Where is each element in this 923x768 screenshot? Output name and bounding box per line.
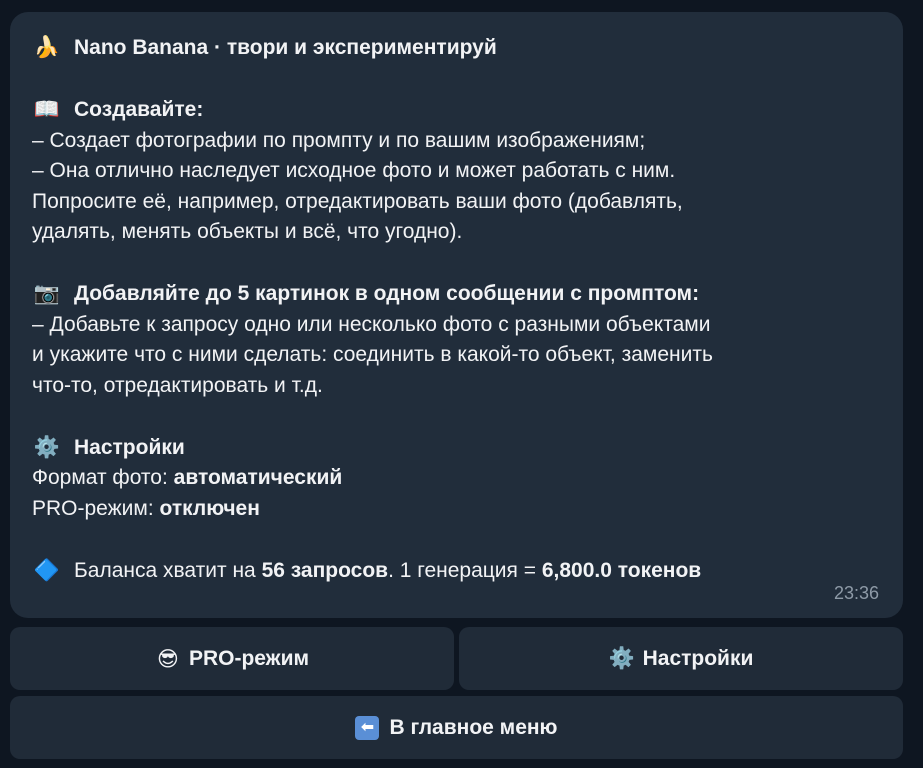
pro-setting: PRO-режим: отключен [32,494,883,525]
sunglasses-icon: 😎 [157,646,179,671]
balance-tokens: 6,800.0 токенов [541,558,702,582]
blue-diamond-icon: 🔷 [33,557,61,582]
format-label: Формат фото: [32,466,174,489]
settings-button[interactable]: ⚙️ Настройки [459,627,903,690]
create-heading-text: Создавайте: [74,98,204,121]
add-images-heading: 📷 Добавляйте до 5 картинок в одном сообще… [32,278,883,310]
create-line: Попросите её, например, отредактировать … [32,189,683,213]
add-images-heading-text: Добавляйте до 5 картинок в одном сообщен… [74,282,700,305]
create-heading: 📖 Создавайте: [32,94,883,126]
balance-line: 🔷 Баланса хватит на 56 запросов. 1 генера… [32,555,883,587]
create-line: – Она отлично наследует исходное фото и … [32,159,676,182]
pro-label: PRO-режим: [32,496,160,520]
message-header: 🍌 Nano Banana · твори и экспериментируй [32,32,883,64]
pro-mode-button[interactable]: 😎 PRO-режим [10,627,454,690]
pro-value: отключен [159,496,260,520]
message-title: Nano Banana · твори и экспериментируй [74,36,497,59]
settings-heading: ⚙️ Настройки [32,432,883,464]
format-setting: Формат фото: автоматический [32,463,883,494]
gear-icon: ⚙️ [33,434,61,459]
add-images-line: и укажите что с ними сделать: соединить … [32,343,713,366]
add-images-line: – Добавьте к запросу одно или несколько … [32,312,711,336]
message-time: 23:36 [833,583,879,603]
banana-icon: 🍌 [33,35,61,59]
camera-icon: 📷 [33,281,61,305]
gear-icon: ⚙️ [608,646,635,670]
balance-prefix: Баланса хватит на [74,558,262,582]
main-menu-button-label: В главное меню [389,715,558,739]
balance-middle: . 1 генерация = [388,558,542,582]
settings-heading-text: Настройки [74,435,185,459]
message-bubble: 🍌 Nano Banana · твори и экспериментируй 📖… [10,12,903,618]
create-line: удалять, менять объекты и всё, что угодн… [32,220,463,243]
add-images-line: что-то, отредактировать и т.д. [32,373,323,397]
main-menu-button[interactable]: ⬅ В главное меню [10,696,903,759]
pro-mode-button-label: PRO-режим [188,646,310,670]
create-line: – Создает фотографии по промпту и по ваш… [32,128,646,152]
back-arrow-icon: ⬅ [355,715,380,740]
book-icon: 📖 [33,97,61,121]
balance-requests: 56 запросов [261,558,389,582]
settings-button-label: Настройки [642,646,754,670]
format-value: автоматический [173,466,343,489]
